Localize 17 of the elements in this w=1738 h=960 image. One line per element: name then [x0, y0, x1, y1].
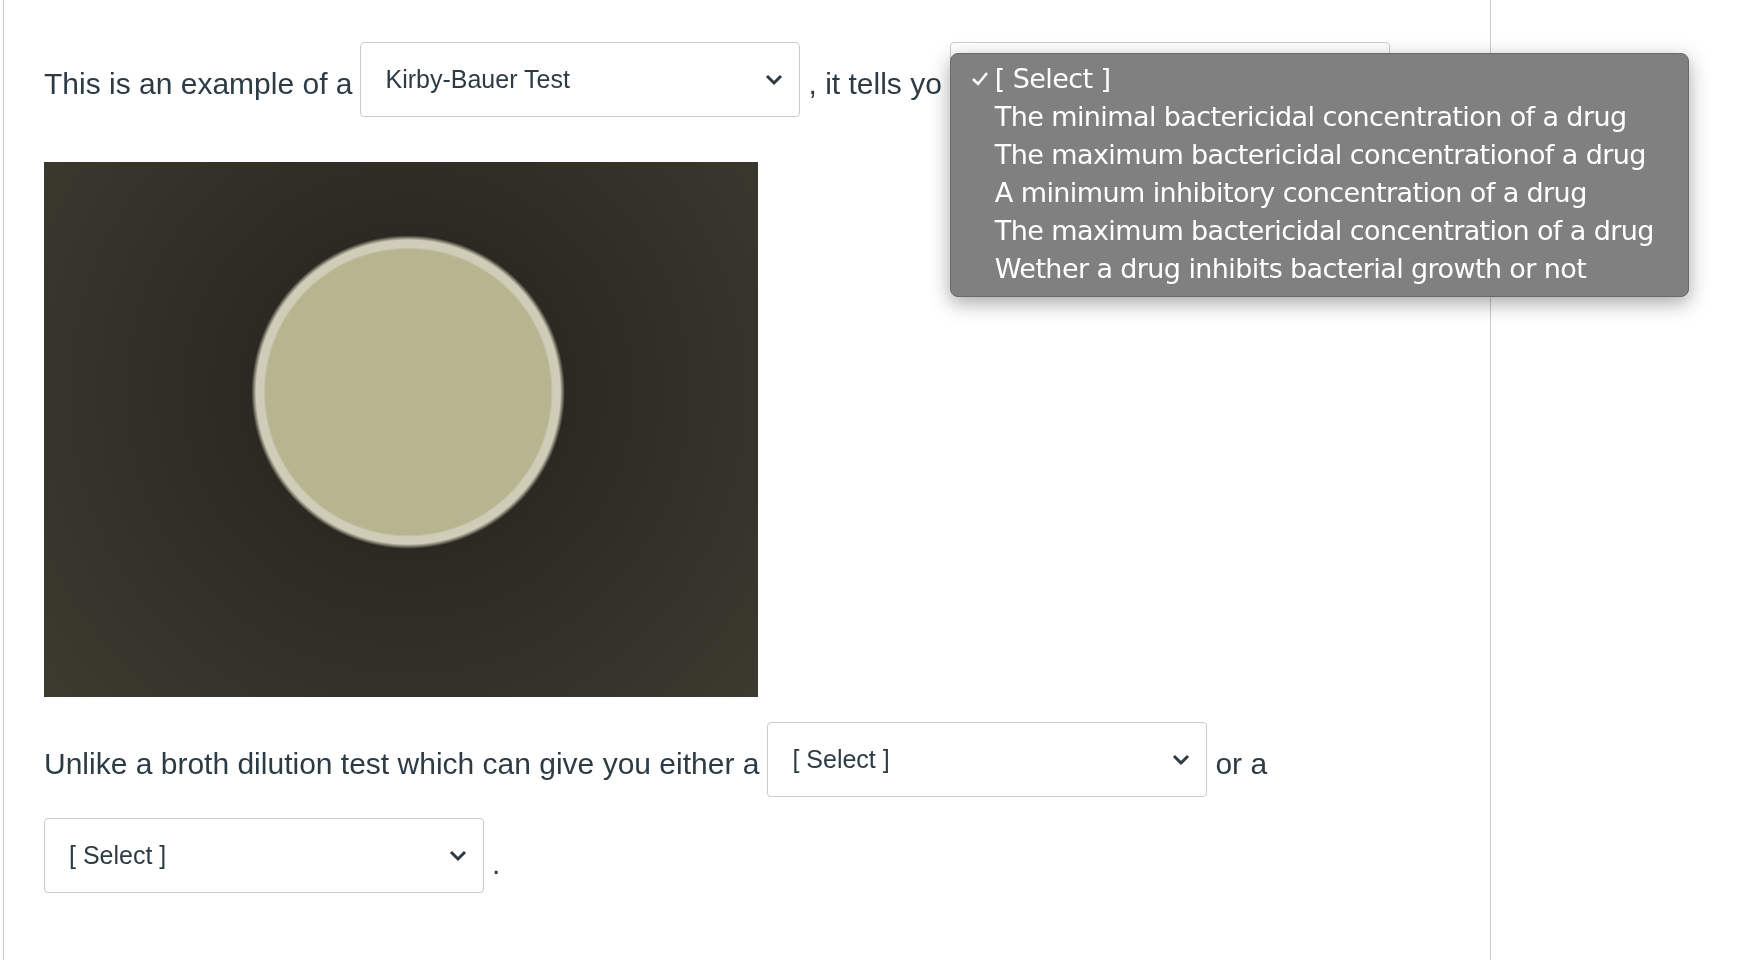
menu-option[interactable]: The maximum bactericidal concentrationof a drug — [950, 136, 1688, 174]
caret-icon — [1172, 753, 1191, 766]
dropdown-select[interactable]: [ Select ] — [767, 722, 1208, 797]
menu-option[interactable]: [ Select ] — [950, 60, 1688, 98]
question-text: , it tells yo — [808, 66, 942, 101]
menu-option[interactable]: Wether a drug inhibits bacterial growth or not — [950, 250, 1688, 288]
question-text: This is an example of a — [44, 66, 353, 101]
caret-icon — [765, 73, 784, 86]
menu-option[interactable]: A minimum inhibitory concentration of a drug — [950, 174, 1688, 212]
question-text: or a — [1215, 746, 1268, 781]
caret-icon — [449, 849, 467, 862]
period-text: . — [492, 846, 501, 881]
menu-option[interactable]: The minimal bactericidal concentration of a drug — [950, 98, 1688, 136]
question-text: Unlike a broth dilution test which can give you either a — [44, 746, 760, 781]
dropdown-select[interactable]: Kirby-Bauer Test — [360, 42, 801, 117]
dropdown-select[interactable]: [ Select ] — [44, 818, 484, 893]
menu-option[interactable]: The maximum bactericidal concentration of a drug — [950, 212, 1688, 250]
